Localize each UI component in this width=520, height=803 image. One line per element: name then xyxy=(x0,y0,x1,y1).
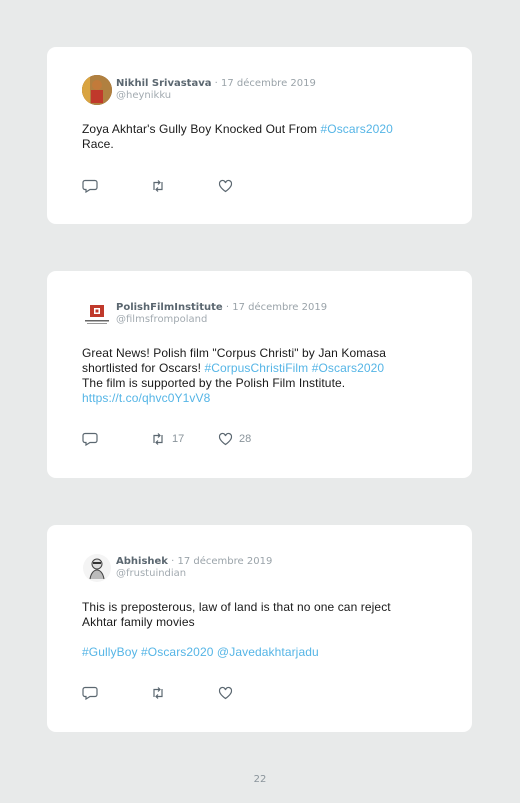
like-button[interactable] xyxy=(218,179,233,193)
avatar[interactable] xyxy=(82,75,112,105)
user-handle[interactable]: @heynikku xyxy=(116,90,316,102)
like-count: 28 xyxy=(239,433,252,445)
tweet-text-line: Great News! Polish film "Corpus Christi"… xyxy=(82,346,387,360)
user-name[interactable]: Nikhil Srivastava xyxy=(116,78,211,89)
page-number: 22 xyxy=(253,774,267,785)
tweet-actions xyxy=(82,179,302,195)
tweet-date: · 17 décembre 2019 xyxy=(225,302,328,313)
reply-button[interactable] xyxy=(82,432,98,446)
tweet-text: Zoya Akhtar's Gully Boy Knocked Out From… xyxy=(82,122,442,152)
retweet-icon xyxy=(153,180,163,192)
retweet-button[interactable]: 17 xyxy=(150,432,184,446)
reply-button[interactable] xyxy=(82,686,98,700)
tweet-text-continued: Race. xyxy=(82,137,114,151)
avatar[interactable] xyxy=(82,553,112,583)
tweet-text-line: Akhtar family movies xyxy=(82,615,195,629)
tweet-text-line: This is preposterous, law of land is tha… xyxy=(82,600,391,614)
like-icon xyxy=(218,432,233,446)
hashtag-link[interactable]: #Oscars2020 xyxy=(320,122,392,136)
reply-button[interactable] xyxy=(82,179,98,193)
retweet-icon xyxy=(153,433,163,445)
tweet-text: Great News! Polish film "Corpus Christi"… xyxy=(82,346,442,406)
like-icon xyxy=(218,179,233,193)
hashtag-links[interactable]: #GullyBoy #Oscars2020 @Javedakhtarjadu xyxy=(82,645,319,659)
tweet-actions: 17 28 xyxy=(82,432,302,448)
user-handle[interactable]: @frustuindian xyxy=(116,568,272,580)
tweet-date: · 17 décembre 2019 xyxy=(171,556,273,567)
tweet-text-plain: Zoya Akhtar's Gully Boy Knocked Out From xyxy=(82,122,321,136)
user-name[interactable]: PolishFilmInstitute xyxy=(116,302,223,313)
like-button[interactable] xyxy=(218,686,233,700)
tweet-card-3: Abhishek · 17 décembre 2019 @frustuindia… xyxy=(47,525,472,732)
hashtag-link[interactable]: #Oscars2020 xyxy=(312,361,384,375)
user-handle[interactable]: @filmsfrompoland xyxy=(116,314,327,326)
like-icon xyxy=(218,686,233,700)
tweet-card-1: Nikhil Srivastava · 17 décembre 2019 @he… xyxy=(47,47,472,224)
retweet-icon xyxy=(153,687,163,699)
retweet-button[interactable] xyxy=(150,686,166,700)
tweet-text: This is preposterous, law of land is tha… xyxy=(82,600,442,660)
avatar[interactable] xyxy=(82,299,112,329)
tweet-card-2: PolishFilmInstitute · 17 décembre 2019 @… xyxy=(47,271,472,478)
url-link[interactable]: https://t.co/qhvc0Y1vV8 xyxy=(82,391,210,405)
tweet-actions xyxy=(82,686,302,702)
reply-icon xyxy=(82,432,98,446)
hashtag-link[interactable]: #CorpusChristiFilm xyxy=(204,361,308,375)
tweet-text-line: shortlisted for Oscars! xyxy=(82,361,205,375)
reply-icon xyxy=(82,686,98,700)
tweet-date: · 17 décembre 2019 xyxy=(214,78,316,89)
retweet-count: 17 xyxy=(172,433,185,445)
user-name[interactable]: Abhishek xyxy=(116,556,168,567)
reply-icon xyxy=(82,179,98,193)
retweet-button[interactable] xyxy=(150,179,166,193)
like-button[interactable]: 28 xyxy=(218,432,251,446)
tweet-text-line: The film is supported by the Polish Film… xyxy=(82,376,346,390)
